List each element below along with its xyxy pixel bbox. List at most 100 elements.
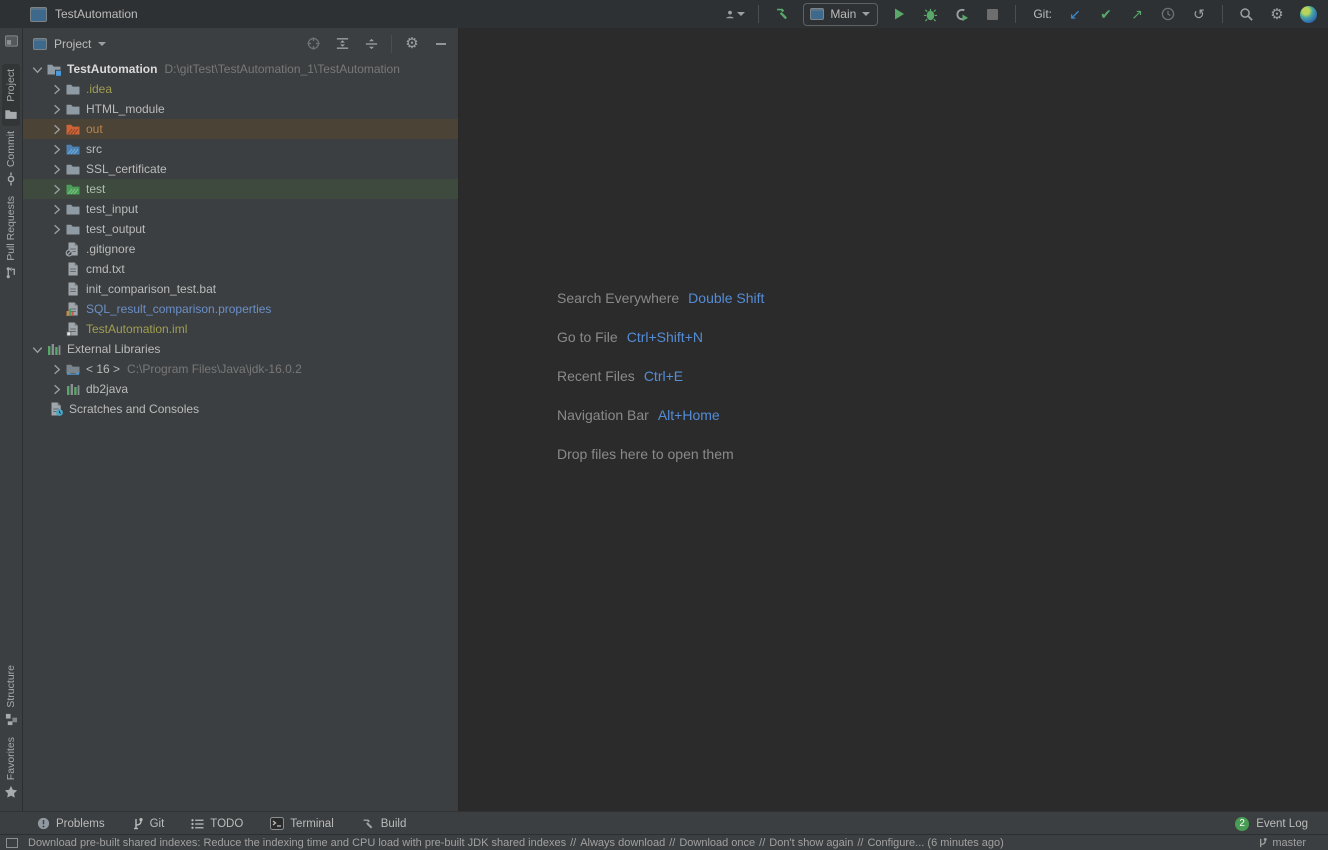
chevron-right-icon[interactable]	[48, 82, 65, 97]
git-update-button[interactable]: ↙	[1065, 3, 1085, 25]
git-history-button[interactable]	[1158, 3, 1178, 25]
shortcut-hint-row: Go to FileCtrl+Shift+N	[557, 317, 764, 356]
project-panel-title[interactable]: Project	[54, 37, 91, 51]
git-branch-widget[interactable]: master	[1257, 837, 1328, 849]
tree-item-label: SQL_result_comparison.properties	[86, 302, 271, 316]
status-action-download-once[interactable]: Download once	[679, 837, 755, 849]
git-push-button[interactable]: ↗	[1127, 3, 1147, 25]
status-action-configure-[interactable]: Configure...	[867, 837, 924, 849]
chevron-down-icon[interactable]	[29, 62, 46, 77]
search-everywhere-button[interactable]	[1236, 3, 1256, 25]
chevron-right-icon[interactable]	[48, 162, 65, 177]
tool-window-tab-git[interactable]: Git	[132, 817, 165, 830]
tree-row[interactable]: < 16 >C:\Program Files\Java\jdk-16.0.2	[23, 359, 458, 379]
separator: //	[857, 837, 863, 849]
stripe-tab-project[interactable]: Project	[2, 64, 20, 126]
left-tool-window-stripe: ProjectCommitPull Requests StructureFavo…	[0, 28, 23, 812]
tool-window-tab-build[interactable]: Build	[361, 817, 407, 831]
gear-icon: ⚙	[1270, 7, 1283, 22]
collapse-all-icon	[364, 36, 379, 51]
editor-area[interactable]: Search Everywhere Double Shift Go to FileC…	[458, 28, 1328, 812]
arrow-down-left-icon: ↙	[1069, 7, 1081, 21]
run-button[interactable]	[889, 3, 909, 25]
stripe-tab-pull-requests[interactable]: Pull Requests	[2, 191, 20, 285]
project-tree: TestAutomationD:\gitTest\TestAutomation_…	[23, 59, 458, 812]
tree-item-label: .idea	[86, 82, 112, 96]
minimize-icon	[434, 37, 448, 51]
panel-settings-button[interactable]: ⚙	[401, 33, 423, 55]
status-action-always-download[interactable]: Always download	[580, 837, 665, 849]
collapse-all-button[interactable]	[360, 33, 382, 55]
divider	[391, 35, 392, 53]
status-action-don-t-show-again[interactable]: Don't show again	[769, 837, 853, 849]
tree-row[interactable]: cmd.txt	[23, 259, 458, 279]
toggle-tool-window-bars-icon[interactable]	[6, 838, 18, 848]
stripe-tab-structure[interactable]: Structure	[2, 660, 20, 732]
status-bar: Download pre-built shared indexes: Reduc…	[0, 834, 1328, 850]
tree-row[interactable]: .gitignore	[23, 239, 458, 259]
shortcut-action-label: Search Everywhere	[557, 290, 679, 306]
branch-icon	[1257, 837, 1268, 849]
tool-window-tab-terminal[interactable]: Terminal	[270, 817, 333, 830]
expand-all-button[interactable]	[331, 33, 353, 55]
chevron-right-icon[interactable]	[48, 102, 65, 117]
git-rollback-button[interactable]: ↺	[1189, 3, 1209, 25]
git-commit-button[interactable]: ✔	[1096, 3, 1116, 25]
chevron-right-icon[interactable]	[48, 382, 65, 397]
tree-row[interactable]: test	[23, 179, 458, 199]
hide-panel-button[interactable]	[430, 33, 452, 55]
main-toolbar: Main Git: ↙ ✔ ↗ ↺ ⚙	[725, 3, 1328, 26]
branch-name: master	[1272, 837, 1306, 849]
shortcut-action-label: Navigation Bar	[557, 407, 649, 423]
shortcut-keys: Double Shift	[688, 290, 764, 306]
tree-row[interactable]: TestAutomation.iml	[23, 319, 458, 339]
run-with-coverage-button[interactable]	[951, 3, 971, 25]
tool-window-tab-problems[interactable]: Problems	[37, 817, 105, 830]
tree-item-label: Scratches and Consoles	[69, 402, 199, 416]
chevron-down-icon[interactable]	[29, 342, 46, 357]
chevron-right-icon[interactable]	[48, 182, 65, 197]
settings-button[interactable]: ⚙	[1267, 3, 1287, 25]
tree-row[interactable]: SSL_certificate	[23, 159, 458, 179]
tree-row[interactable]: init_comparison_test.bat	[23, 279, 458, 299]
tree-row[interactable]: test_output	[23, 219, 458, 239]
chevron-right-icon[interactable]	[48, 222, 65, 237]
tree-row[interactable]: External Libraries	[23, 339, 458, 359]
tree-row[interactable]: src	[23, 139, 458, 159]
chevron-right-icon[interactable]	[48, 362, 65, 377]
empty-editor-hints: Search Everywhere Double Shift Go to FileC…	[557, 278, 764, 473]
stripe-tab-commit[interactable]: Commit	[2, 126, 20, 191]
tree-row[interactable]: .idea	[23, 79, 458, 99]
build-project-button[interactable]	[772, 3, 792, 25]
tree-row[interactable]: test_input	[23, 199, 458, 219]
locate-file-button[interactable]	[302, 33, 324, 55]
user-button[interactable]	[725, 3, 745, 25]
play-icon	[892, 7, 906, 21]
chevron-right-icon[interactable]	[48, 122, 65, 137]
tree-row[interactable]: out	[23, 119, 458, 139]
tool-windows-icon[interactable]	[4, 34, 18, 48]
tree-row[interactable]: TestAutomationD:\gitTest\TestAutomation_…	[23, 59, 458, 79]
library-icon	[46, 341, 62, 357]
text-file-icon	[65, 261, 81, 277]
tool-window-tab-todo[interactable]: TODO	[191, 818, 243, 830]
run-configuration-select[interactable]: Main	[803, 3, 878, 26]
status-time-note: (6 minutes ago)	[924, 837, 1003, 849]
test-folder-icon	[65, 181, 81, 197]
tree-row[interactable]: SQL_result_comparison.properties	[23, 299, 458, 319]
shortcut-keys: Alt+Home	[658, 407, 720, 423]
chevron-down-icon[interactable]	[98, 42, 106, 46]
chevron-right-icon[interactable]	[48, 202, 65, 217]
tree-row[interactable]: db2java	[23, 379, 458, 399]
tool-window-tab-label: Problems	[56, 818, 105, 830]
tree-row[interactable]: Scratches and Consoles	[23, 399, 458, 419]
arrow-up-right-icon: ↗	[1131, 7, 1143, 21]
stop-button[interactable]	[982, 3, 1002, 25]
event-log-tab[interactable]: Event Log	[1256, 818, 1308, 830]
chevron-right-icon[interactable]	[48, 142, 65, 157]
debug-button[interactable]	[920, 3, 940, 25]
stripe-tab-favorites[interactable]: Favorites	[2, 732, 20, 804]
profile-button[interactable]	[1298, 3, 1318, 25]
tree-row[interactable]: HTML_module	[23, 99, 458, 119]
separator: //	[669, 837, 675, 849]
